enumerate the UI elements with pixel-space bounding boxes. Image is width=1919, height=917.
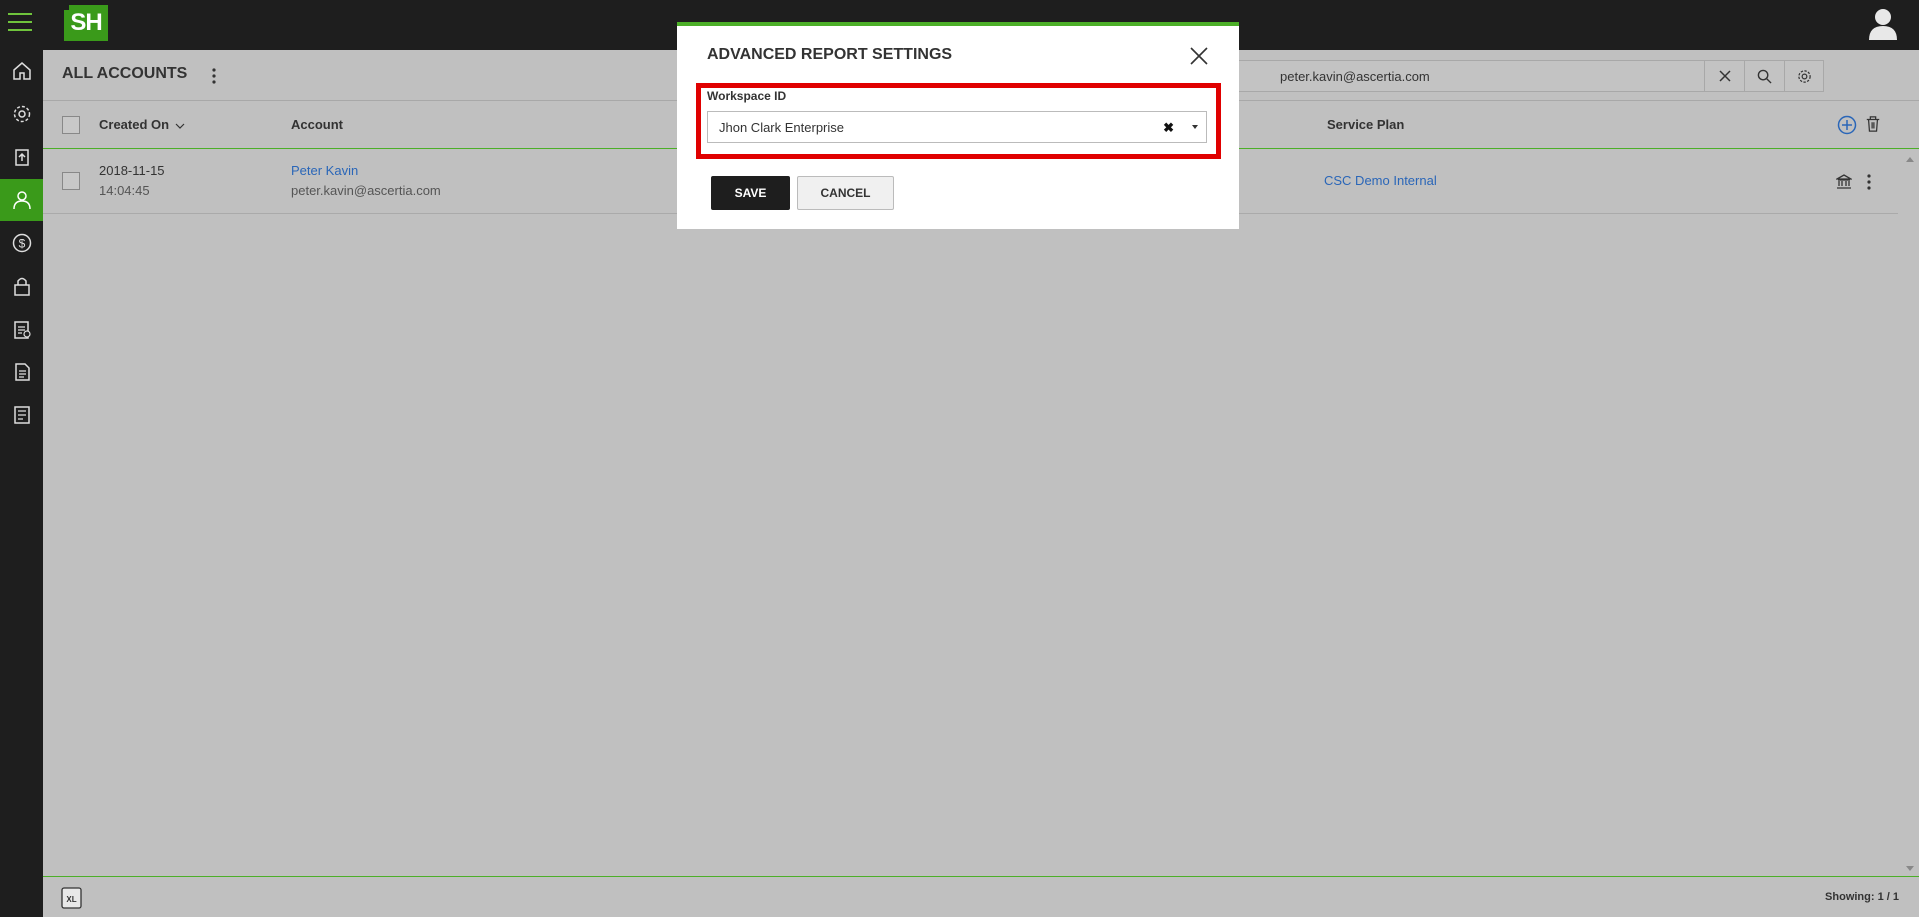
sidebar: $ xyxy=(0,50,43,917)
search-icon[interactable] xyxy=(1744,61,1784,91)
service-plan-link[interactable]: CSC Demo Internal xyxy=(1324,173,1437,188)
upload-icon[interactable] xyxy=(0,136,43,178)
search-settings-icon[interactable] xyxy=(1784,61,1824,91)
search-input-value: peter.kavin@ascertia.com xyxy=(1280,69,1430,84)
clear-selection-icon[interactable]: ✖ xyxy=(1163,120,1174,136)
dialog-title: ADVANCED REPORT SETTINGS xyxy=(707,46,953,63)
document-icon[interactable] xyxy=(0,351,43,393)
dollar-icon[interactable]: $ xyxy=(0,222,43,264)
select-all-checkbox[interactable] xyxy=(62,116,80,134)
row-time: 14:04:45 xyxy=(99,183,150,198)
row-checkbox[interactable] xyxy=(62,172,80,190)
account-name-link[interactable]: Peter Kavin xyxy=(291,163,358,178)
clear-search-icon[interactable] xyxy=(1704,61,1744,91)
column-header-label: Created On xyxy=(99,117,170,132)
trash-icon[interactable] xyxy=(1865,115,1883,135)
workspace-id-value: Jhon Clark Enterprise xyxy=(719,120,844,135)
row-date: 2018-11-15 xyxy=(99,163,165,178)
chevron-down-icon xyxy=(175,123,185,129)
search-input[interactable]: peter.kavin@ascertia.com xyxy=(1223,60,1824,92)
clipboard-icon[interactable] xyxy=(0,308,43,350)
cancel-button[interactable]: CANCEL xyxy=(797,176,894,210)
column-header-service-plan[interactable]: Service Plan xyxy=(1327,117,1404,132)
column-header-account[interactable]: Account xyxy=(291,117,343,132)
table-footer: XL Showing: 1 / 1 xyxy=(43,876,1919,917)
pagination-status: Showing: 1 / 1 xyxy=(1825,891,1899,903)
vertical-scrollbar[interactable] xyxy=(1901,150,1919,878)
dropdown-caret-icon[interactable] xyxy=(1192,125,1198,129)
page-title: ALL ACCOUNTS xyxy=(62,65,188,82)
user-avatar-icon[interactable] xyxy=(1867,6,1899,40)
svg-text:$: $ xyxy=(18,237,25,251)
save-button[interactable]: SAVE xyxy=(711,176,790,210)
export-excel-icon[interactable]: XL xyxy=(61,887,83,909)
lock-icon[interactable] xyxy=(0,265,43,307)
workspace-id-label: Workspace ID xyxy=(707,89,787,103)
home-icon[interactable] xyxy=(0,50,43,92)
account-email: peter.kavin@ascertia.com xyxy=(291,183,441,198)
svg-text:XL: XL xyxy=(66,895,76,904)
advanced-report-settings-dialog: ADVANCED REPORT SETTINGS Workspace ID Jh… xyxy=(677,22,1239,229)
gear-icon[interactable] xyxy=(0,93,43,135)
bank-icon[interactable] xyxy=(1834,174,1854,190)
more-options-icon[interactable] xyxy=(207,66,221,86)
row-more-options-icon[interactable] xyxy=(1863,172,1875,192)
add-icon[interactable] xyxy=(1837,115,1857,135)
close-icon[interactable] xyxy=(1189,46,1209,66)
column-header-created-on[interactable]: Created On xyxy=(99,117,185,132)
hamburger-menu-icon[interactable] xyxy=(8,13,32,35)
report-icon[interactable] xyxy=(0,394,43,436)
app-logo[interactable]: SH xyxy=(61,2,108,41)
workspace-id-select[interactable]: Jhon Clark Enterprise ✖ xyxy=(707,111,1207,143)
user-icon[interactable] xyxy=(0,179,43,221)
